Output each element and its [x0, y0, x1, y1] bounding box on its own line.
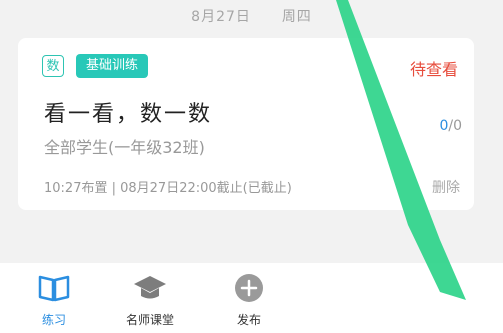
- nav-label-practice: 练习: [41, 313, 66, 327]
- date-header: 8月27日 周四: [0, 6, 503, 26]
- nav-item-publish[interactable]: 发布: [209, 263, 289, 333]
- bottom-nav: 练习 名师课堂 发布: [0, 263, 503, 333]
- type-tag: 基础训练: [76, 54, 149, 78]
- assignment-title: 看一看，数一数: [44, 102, 213, 127]
- status-label: 待查看: [409, 60, 458, 79]
- assignment-meta: 10:27布置 | 08月27日22:00截止(已截止): [44, 181, 292, 196]
- subject-badge: 数: [42, 55, 64, 77]
- weekday-text: 周四: [281, 9, 312, 25]
- count-total: /0: [448, 118, 462, 134]
- nav-item-practice[interactable]: 练习: [14, 263, 94, 333]
- nav-label-publish: 发布: [236, 313, 261, 327]
- plus-circle-icon: [235, 274, 263, 302]
- book-icon: [38, 275, 70, 302]
- date-text: 8月27日: [191, 9, 251, 25]
- nav-item-master-class[interactable]: 名师课堂: [110, 263, 190, 333]
- graduation-cap-icon: [134, 276, 166, 299]
- class-info: 全部学生(一年级32班): [44, 138, 205, 157]
- assignment-card[interactable]: 数 基础训练 待查看 看一看，数一数 全部学生(一年级32班) 0/0 10:2…: [18, 38, 474, 210]
- delete-button[interactable]: 删除: [432, 177, 460, 197]
- completion-count: 0/0: [439, 118, 462, 134]
- nav-label-master-class: 名师课堂: [125, 313, 174, 327]
